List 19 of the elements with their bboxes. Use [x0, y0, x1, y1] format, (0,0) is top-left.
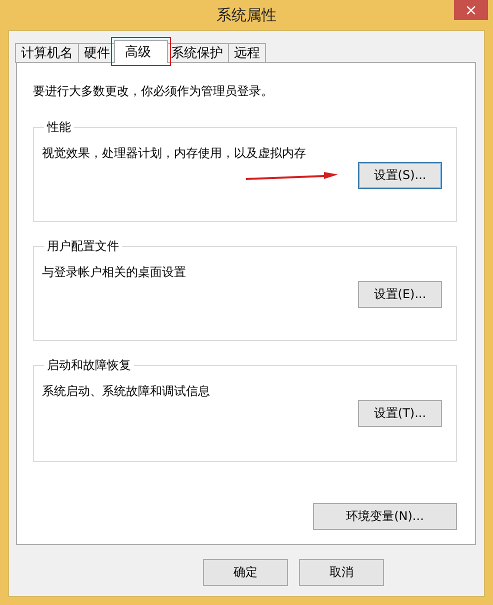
close-button[interactable]: × — [454, 0, 488, 20]
tab[interactable]: 远程 — [228, 43, 266, 63]
settings-button[interactable]: 设置(E)... — [358, 281, 442, 308]
window-title: 系统属性 — [216, 6, 276, 24]
group-title: 启动和故障恢复 — [46, 357, 132, 374]
group-description: 与登录帐户相关的桌面设置 — [42, 264, 187, 281]
group-description: 视觉效果，处理器计划，内存使用，以及虚拟内存 — [42, 145, 307, 162]
tab[interactable]: 计算机名 — [15, 43, 79, 63]
settings-button[interactable]: 设置(T)... — [358, 400, 442, 427]
cancel-button[interactable]: 取消 — [299, 559, 384, 586]
ok-button[interactable]: 确定 — [203, 559, 288, 586]
environment-variables-button[interactable]: 环境变量(N)... — [313, 503, 457, 530]
settings-button[interactable]: 设置(S)... — [358, 162, 442, 189]
group-title: 性能 — [46, 119, 72, 136]
notice-text: 要进行大多数更改，你必须作为管理员登录。 — [33, 83, 274, 100]
arrow-icon — [246, 170, 338, 180]
group-description: 系统启动、系统故障和调试信息 — [42, 383, 211, 400]
tab[interactable]: 高级 — [114, 40, 168, 63]
group-title: 用户配置文件 — [46, 238, 120, 255]
